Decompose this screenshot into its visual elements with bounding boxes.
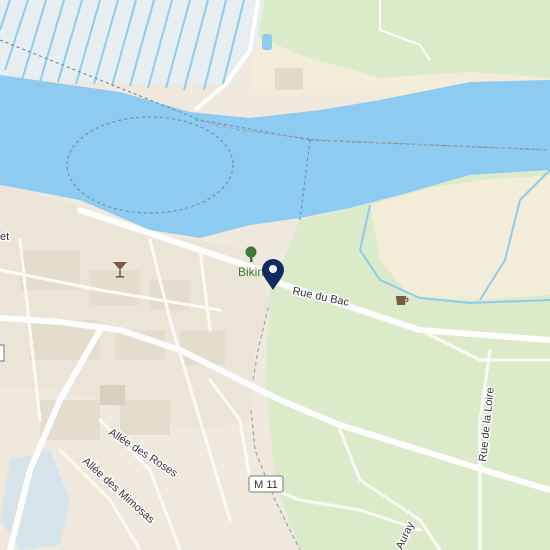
edge-label: et	[0, 231, 9, 243]
north-pond	[262, 34, 272, 50]
road-shield-m11: M 11	[248, 475, 284, 493]
poi-biking-label: Bikin	[238, 265, 264, 279]
town-block	[100, 385, 125, 405]
map-canvas[interactable]: et Rue du Bac Rue de la Loire Allée des …	[0, 0, 550, 550]
edge-shield	[0, 344, 5, 362]
map-view[interactable]: et Rue du Bac Rue de la Loire Allée des …	[0, 0, 550, 550]
north-building	[275, 68, 303, 90]
road-shield-label: M 11	[254, 479, 278, 491]
